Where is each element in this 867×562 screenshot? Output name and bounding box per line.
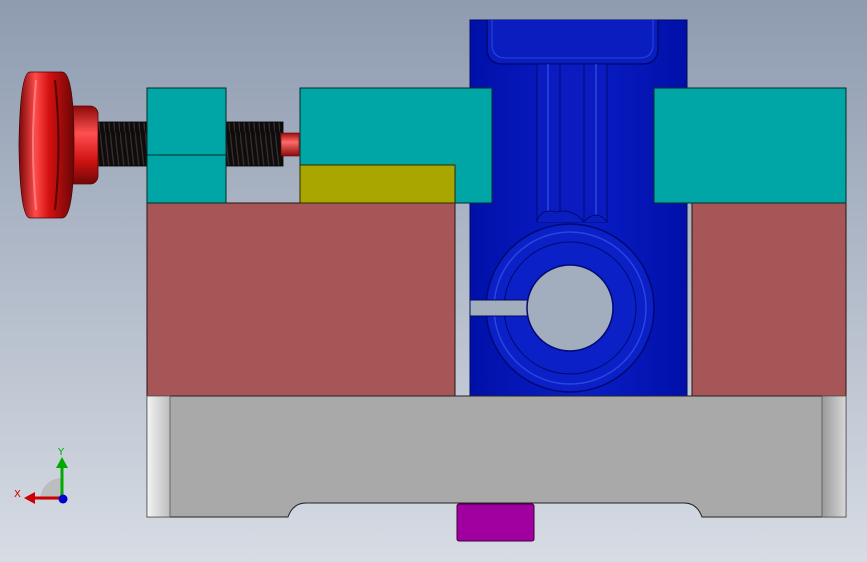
clamp-slot xyxy=(469,299,533,317)
left-clamp-block-upper[interactable] xyxy=(146,87,227,156)
clamp-bore xyxy=(526,264,614,352)
locating-foot[interactable] xyxy=(456,503,535,542)
base-end-left xyxy=(146,395,171,518)
left-body[interactable] xyxy=(146,202,456,397)
shim-plate[interactable] xyxy=(299,164,456,204)
base-end-right xyxy=(821,395,847,518)
y-axis-label: Y xyxy=(57,447,65,458)
split-clamp-arm[interactable] xyxy=(469,19,688,397)
right-clamp-block[interactable] xyxy=(653,87,847,204)
base-plate[interactable] xyxy=(146,395,847,518)
left-clamp-block-lower[interactable] xyxy=(146,154,227,204)
model-scene[interactable]: Y X xyxy=(0,0,867,562)
right-body[interactable] xyxy=(691,202,847,397)
x-axis-label: X xyxy=(14,489,21,500)
cad-viewport[interactable]: Y X xyxy=(0,0,867,562)
z-axis-dot xyxy=(58,494,68,504)
